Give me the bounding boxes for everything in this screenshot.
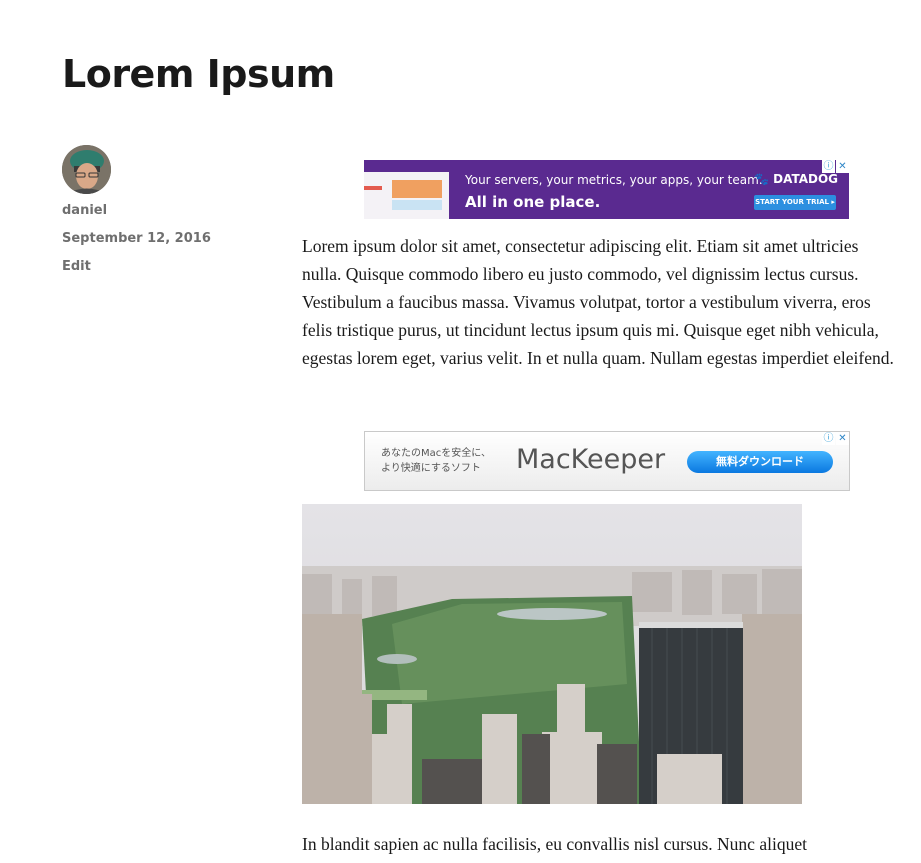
author-link[interactable]: daniel [62, 203, 107, 218]
post-paragraph: In blandit sapien ac nulla facilisis, eu… [302, 834, 807, 854]
free-download-button[interactable]: 無料ダウンロード [687, 451, 833, 473]
post-paragraph: Lorem ipsum dolor sit amet, consectetur … [302, 236, 894, 368]
avatar[interactable] [62, 145, 111, 194]
start-trial-button[interactable]: START YOUR TRIAL ▸ [754, 195, 836, 210]
ad-headline: All in one place. [465, 193, 601, 211]
datadog-logo: 🐾 DATADOG [754, 172, 838, 186]
post-title: Lorem Ipsum [62, 52, 335, 96]
ad-japanese-tagline: あなたのMacを安全に、 より快適にするソフト [381, 446, 491, 476]
ad-dashboard-thumbnail [364, 172, 449, 219]
info-icon[interactable]: ⓘ [822, 432, 835, 445]
close-icon[interactable]: ✕ [836, 160, 849, 173]
post-meta: daniel September 12, 2016 Edit [62, 145, 262, 274]
datadog-ad-banner[interactable]: Your servers, your metrics, your apps, y… [364, 160, 849, 219]
info-icon[interactable]: ⓘ [822, 160, 835, 173]
ad-brand: DATADOG [773, 172, 839, 186]
ad-tagline-line1: あなたのMacを安全に、 [381, 448, 491, 459]
ad-tagline: Your servers, your metrics, your apps, y… [465, 173, 763, 187]
close-icon[interactable]: ✕ [836, 432, 849, 445]
post-date-link[interactable]: September 12, 2016 [62, 231, 211, 246]
ad-tagline-line2: より快適にするソフト [381, 463, 481, 474]
edit-link[interactable]: Edit [62, 259, 91, 274]
dog-icon: 🐾 [754, 172, 769, 186]
mackeeper-logo: MacKeeper [516, 444, 666, 475]
city-park-photo [302, 504, 802, 804]
mackeeper-ad-banner[interactable]: あなたのMacを安全に、 より快適にするソフト MacKeeper 無料ダウンロ… [364, 431, 850, 491]
